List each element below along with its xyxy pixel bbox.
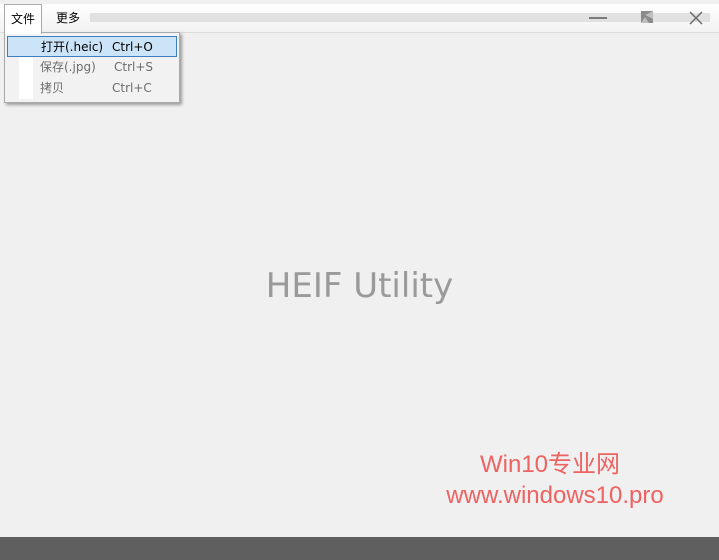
taskbar [0,537,719,560]
title-bar[interactable]: 文件 更多 [0,0,719,36]
minimize-button[interactable] [575,4,621,32]
menu-item-copy-label: 拷贝 [40,81,65,95]
file-dropdown-menu: 打开(.heic) Ctrl+O 保存(.jpg) Ctrl+S 拷贝 Ctrl… [4,32,180,103]
maximize-icon [641,11,653,23]
app-title: HEIF Utility [265,266,454,306]
menu-item-open-label: 打开(.heic) [41,40,104,54]
watermark-line-2: www.windows10.pro [446,482,664,509]
menu-more[interactable]: 更多 [50,4,86,32]
menu-item-copy-shortcut: Ctrl+C [112,81,152,95]
maximize-button[interactable] [625,4,671,32]
menu-item-save-label: 保存(.jpg) [40,60,96,74]
menu-item-save[interactable]: 保存(.jpg) Ctrl+S [7,57,177,78]
menu-item-open-shortcut: Ctrl+O [112,40,153,54]
minimize-icon [589,17,607,19]
watermark-line-1: Win10专业网 [479,451,621,478]
app-window: 文件 更多 打开(.heic) Ctrl+O 保存(.jpg) Ctrl+S 拷… [0,0,719,537]
close-icon [689,11,703,25]
close-button[interactable] [673,4,719,32]
menu-item-save-shortcut: Ctrl+S [114,60,154,74]
menu-file[interactable]: 文件 [4,4,43,34]
menu-item-copy[interactable]: 拷贝 Ctrl+C [7,78,177,99]
menu-item-open[interactable]: 打开(.heic) Ctrl+O [7,36,177,57]
